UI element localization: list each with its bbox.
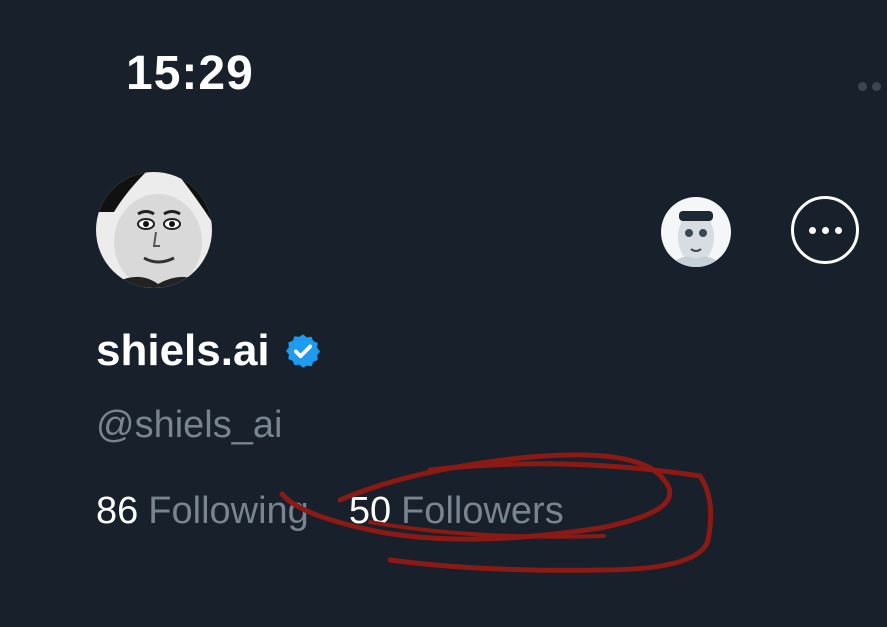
display-name-row: shiels.ai [96,326,322,376]
status-bar-time: 15:29 [126,47,254,100]
followers-count: 50 [348,490,392,532]
display-name: shiels.ai [96,326,270,375]
avatar-image [96,172,212,288]
more-dot [834,226,842,234]
verified-badge-icon[interactable] [284,332,322,370]
profile-handle: @shiels_ai [96,404,283,446]
follow-stats: 86 Following 50 Followers [96,490,564,533]
more-options-button[interactable] [791,196,859,264]
mutual-avatar-image [661,197,731,267]
following-count: 86 [96,490,139,532]
status-bar-indicator [858,82,881,91]
profile-avatar[interactable] [96,172,212,288]
mutual-avatar[interactable] [661,197,731,267]
profile-page: 15:29 shiels.ai @shiels_ai 86 Following … [0,0,887,627]
followers-stat[interactable]: 50 Followers [349,490,564,533]
more-horizontal-icon [808,226,816,234]
followers-label: Followers [401,490,564,532]
following-stat[interactable]: 86 Following [96,490,309,533]
more-dot [821,226,829,234]
following-label: Following [148,490,309,532]
